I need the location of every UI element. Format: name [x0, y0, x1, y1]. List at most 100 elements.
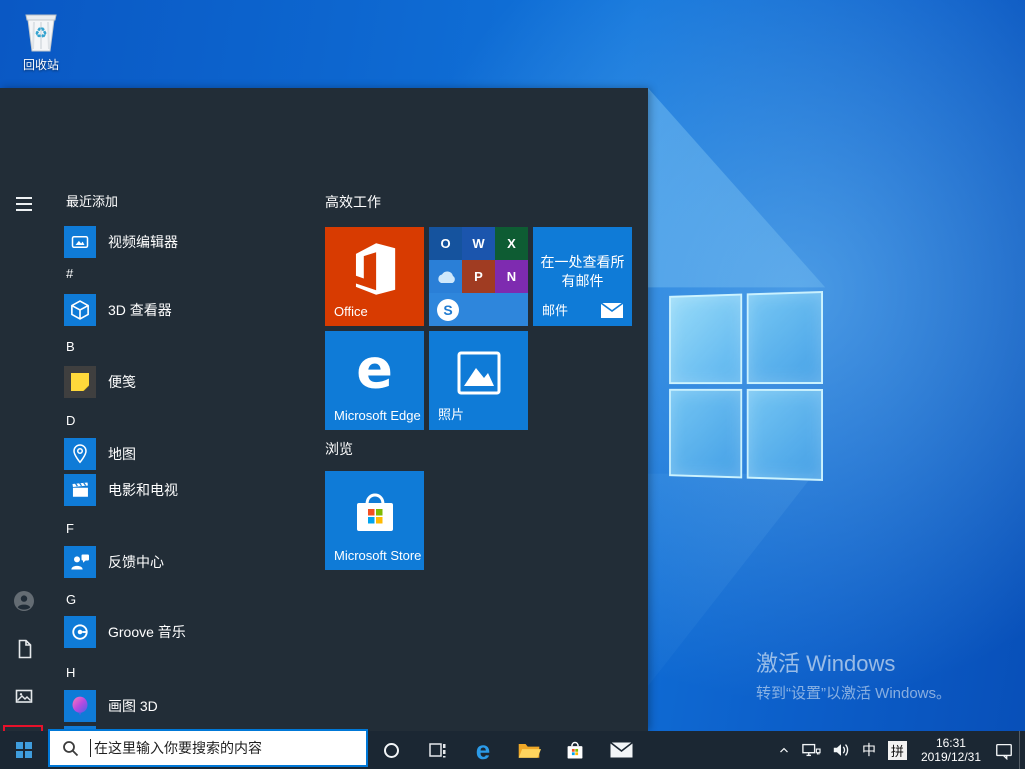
onenote-icon: N	[495, 260, 528, 293]
outlook-icon: O	[429, 227, 462, 260]
tile-office[interactable]: Office	[325, 227, 424, 326]
app-section-header-b[interactable]: B	[66, 339, 75, 357]
search-icon	[62, 740, 79, 757]
clock-date: 2019/12/31	[921, 750, 981, 764]
activation-watermark: 激活 Windows 转到“设置”以激活 Windows。	[756, 646, 951, 703]
paint-3d-icon	[64, 690, 96, 722]
photos-icon	[456, 350, 502, 396]
taskbar: 在这里输入你要搜索的内容 e 中 拼 16:31 2019/12/31	[0, 731, 1025, 769]
tray-overflow-button[interactable]	[772, 731, 796, 769]
mail-tile-caption: 在一处查看所有邮件	[537, 253, 628, 291]
start-menu: ⚙ 最近添加 # B D F G H J	[0, 88, 648, 731]
3d-viewer-icon	[64, 294, 96, 326]
file-explorer-button[interactable]	[506, 731, 552, 769]
video-editor-icon	[64, 226, 96, 258]
action-center-button[interactable]	[989, 731, 1019, 769]
desktop: ♻ 回收站 激活 Windows 转到“设置”以激活 Windows。 最近添加…	[0, 0, 1025, 769]
recycle-bin[interactable]: ♻ 回收站	[10, 6, 72, 73]
app-section-header-f[interactable]: F	[66, 521, 74, 539]
watermark-subtitle: 转到“设置”以激活 Windows。	[756, 682, 951, 703]
pictures-icon	[13, 685, 35, 707]
mail-icon	[601, 303, 623, 318]
tile-office-suite[interactable]: O W X P N S	[429, 227, 528, 326]
app-item-paint-3d[interactable]: 画图 3D	[64, 690, 158, 722]
app-item-label: Groove 音乐	[108, 622, 186, 642]
office-suite-grid: O W X P N S	[429, 227, 528, 326]
volume-icon	[831, 741, 851, 759]
watermark-title: 激活 Windows	[756, 646, 951, 678]
action-center-icon	[994, 741, 1014, 760]
hamburger-menu-button[interactable]	[16, 197, 32, 211]
skype-icon: S	[429, 293, 528, 326]
ime-language-indicator[interactable]: 中	[856, 731, 882, 769]
onedrive-icon	[429, 260, 462, 293]
app-section-header-h[interactable]: H	[66, 665, 75, 683]
show-desktop-button[interactable]	[1019, 731, 1025, 769]
tile-microsoft-edge[interactable]: e Microsoft Edge	[325, 331, 424, 430]
network-icon	[801, 741, 821, 759]
app-item-label: 画图 3D	[108, 696, 158, 716]
cortana-button[interactable]	[368, 731, 414, 769]
app-item-3d-viewer[interactable]: 3D 查看器	[64, 294, 172, 326]
tile-photos[interactable]: 照片	[429, 331, 528, 430]
task-view-icon	[427, 740, 447, 760]
app-item-sticky-notes[interactable]: 便笺	[64, 366, 136, 398]
office-icon	[347, 241, 403, 297]
app-item-label: 便笺	[108, 372, 136, 392]
movies-tv-icon	[64, 474, 96, 506]
cortana-icon	[383, 742, 400, 759]
folder-icon	[517, 740, 541, 760]
app-item-feedback-hub[interactable]: 反馈中心	[64, 546, 164, 578]
app-item-label: 视频编辑器	[108, 232, 178, 252]
search-input[interactable]: 在这里输入你要搜索的内容	[48, 729, 368, 767]
volume-button[interactable]	[826, 731, 856, 769]
store-icon	[565, 740, 585, 761]
clock-time: 16:31	[921, 736, 981, 750]
search-placeholder: 在这里输入你要搜索的内容	[94, 738, 262, 758]
document-icon	[13, 638, 35, 660]
groove-music-icon	[64, 616, 96, 648]
app-item-label: 地图	[108, 444, 136, 464]
tile-label: Microsoft Edge	[334, 408, 421, 423]
app-section-header-g[interactable]: G	[66, 592, 76, 610]
tile-label: 照片	[438, 404, 464, 423]
excel-icon: X	[495, 227, 528, 260]
windows-logo-icon	[16, 742, 32, 758]
tile-group-header-productivity: 高效工作	[325, 192, 381, 212]
start-button[interactable]	[0, 731, 48, 769]
app-section-header-recent[interactable]: 最近添加	[66, 191, 118, 209]
word-icon: W	[462, 227, 495, 260]
user-account-button[interactable]	[0, 577, 48, 625]
pictures-button[interactable]	[0, 672, 48, 720]
app-item-label: 电影和电视	[108, 480, 178, 500]
text-cursor	[90, 739, 91, 757]
documents-button[interactable]	[0, 625, 48, 673]
tile-mail[interactable]: 在一处查看所有邮件 邮件	[533, 227, 632, 326]
edge-icon: e	[356, 337, 393, 400]
edge-icon: e	[476, 737, 490, 763]
app-item-video-editor[interactable]: 视频编辑器	[64, 226, 178, 258]
app-section-header-hash[interactable]: #	[66, 266, 73, 284]
edge-taskbar-button[interactable]: e	[460, 731, 506, 769]
start-rail: ⚙	[0, 88, 48, 731]
svg-text:♻: ♻	[34, 24, 47, 42]
mail-icon	[610, 742, 633, 758]
app-item-movies-tv[interactable]: 电影和电视	[64, 474, 178, 506]
network-button[interactable]	[796, 731, 826, 769]
taskbar-clock[interactable]: 16:31 2019/12/31	[913, 736, 989, 764]
feedback-hub-icon	[64, 546, 96, 578]
recycle-bin-icon: ♻	[19, 6, 63, 54]
task-view-button[interactable]	[414, 731, 460, 769]
mail-taskbar-button[interactable]	[598, 731, 644, 769]
tile-group-header-browse: 浏览	[325, 439, 353, 459]
tile-microsoft-store[interactable]: Microsoft Store	[325, 471, 424, 570]
app-section-header-d[interactable]: D	[66, 413, 75, 431]
tile-label: Office	[334, 304, 368, 319]
app-item-maps[interactable]: 地图	[64, 438, 136, 470]
sticky-notes-icon	[64, 366, 96, 398]
ime-mode-indicator[interactable]: 拼	[888, 741, 907, 760]
powerpoint-icon: P	[462, 260, 495, 293]
wallpaper-windows-logo	[669, 291, 823, 481]
store-taskbar-button[interactable]	[552, 731, 598, 769]
app-item-groove-music[interactable]: Groove 音乐	[64, 616, 186, 648]
